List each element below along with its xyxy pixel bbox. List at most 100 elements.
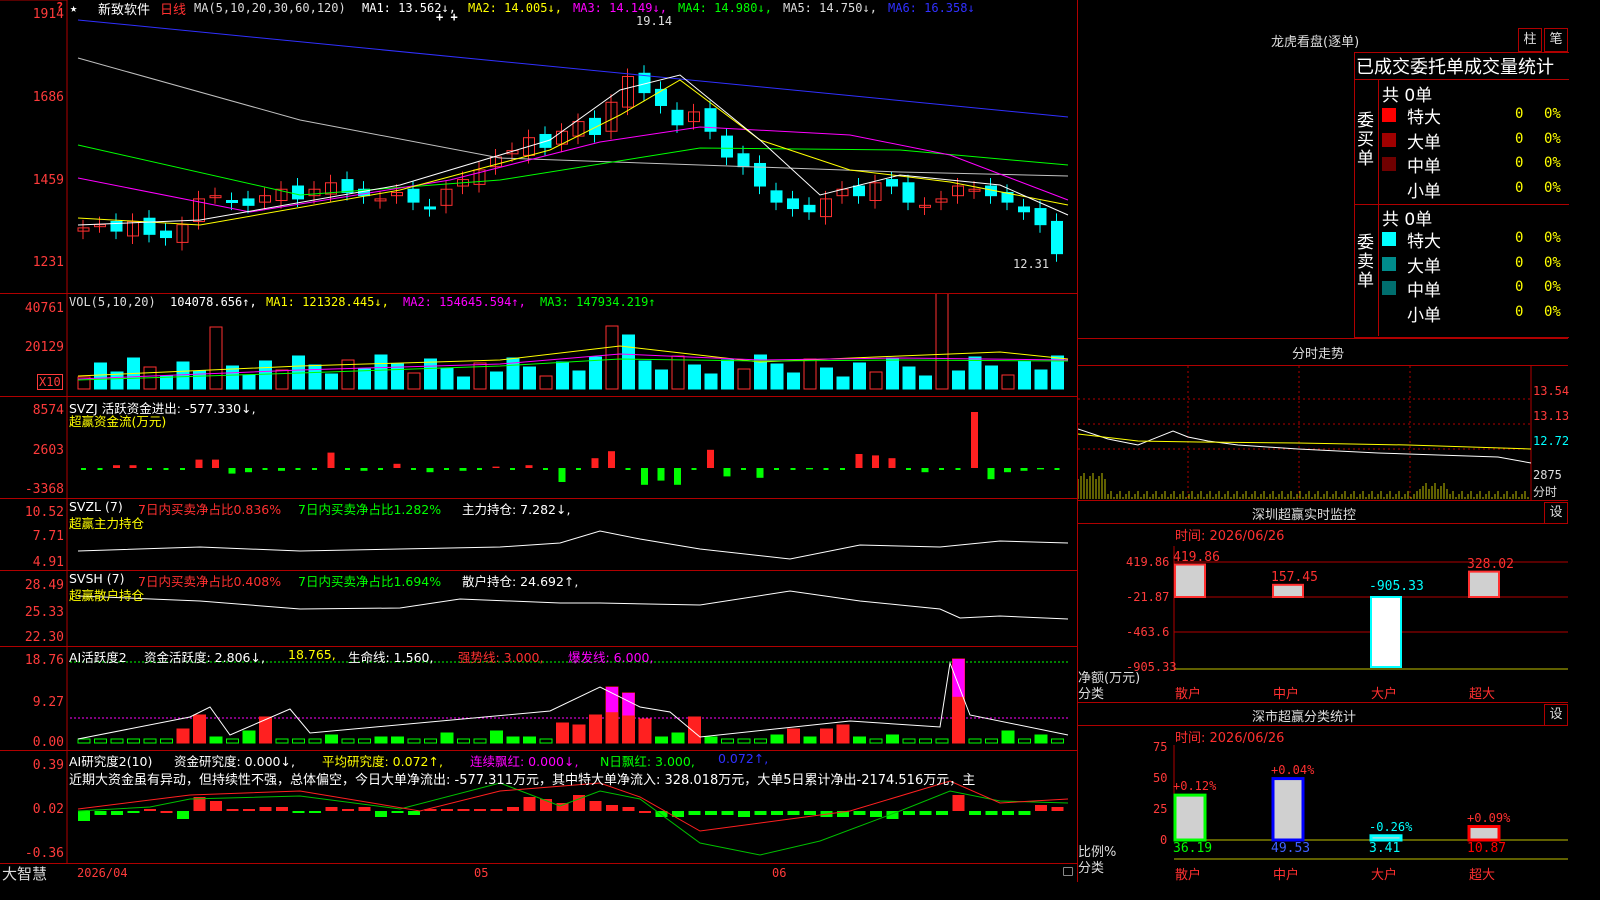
svzj-dot	[543, 468, 548, 470]
volume-bar	[803, 358, 817, 390]
intraday-price-line	[1078, 428, 1532, 464]
intraday-panel[interactable]: 分时走势 13.54 13.13 12.72 2875 分时	[1078, 338, 1569, 501]
activity-bar	[886, 734, 899, 744]
ai-act-lifeline: 生命线: 1.560,	[348, 650, 434, 665]
volume-bar	[985, 365, 998, 390]
row-name: 大单	[1407, 256, 1441, 277]
svzj-bar	[129, 465, 137, 468]
sz-monitor-panel[interactable]: 深圳超赢实时监控 设 时间: 2026/06/26 419.86 -21.87 …	[1078, 500, 1568, 703]
lhb-column-button[interactable]: 柱	[1518, 28, 1542, 52]
vol-unit: X10	[37, 374, 63, 390]
research-bar	[226, 809, 239, 811]
ai-act-title: AI活跃度2	[69, 650, 127, 665]
activity-bar	[539, 738, 553, 744]
volume-bar	[836, 376, 850, 390]
activity-bar	[902, 738, 916, 744]
svzj-dot	[163, 468, 169, 470]
volume-bar	[523, 366, 536, 390]
volume-bar	[275, 369, 289, 390]
row-name: 小单	[1407, 305, 1441, 326]
kline-chart	[0, 0, 1069, 293]
svzj-bar	[212, 459, 219, 468]
row-name: 特大	[1407, 232, 1441, 252]
activity-bar	[820, 728, 833, 744]
lhb-row: 中单 0 0%	[1382, 154, 1567, 177]
research-bar	[243, 809, 255, 811]
research-bar	[771, 811, 783, 815]
svzj-bar	[756, 468, 764, 478]
candle-body	[737, 153, 750, 168]
volume-bar	[605, 325, 619, 390]
star-icon[interactable]: ★	[70, 1, 77, 15]
activity-bar	[94, 738, 107, 744]
candle-body	[242, 198, 255, 206]
row-swatch	[1382, 157, 1396, 171]
volume-bar	[787, 372, 800, 390]
row-percent: 0%	[1544, 254, 1561, 271]
svzj-bar	[278, 468, 285, 471]
ma-line	[77, 19, 1069, 118]
research-bar	[622, 807, 635, 811]
lhb-row: 特大 0 0%	[1382, 105, 1567, 128]
ma-line	[77, 126, 1069, 213]
ma2-value: MA2: 14.005↓,	[468, 1, 562, 15]
volume-bar	[407, 372, 421, 390]
activity-bar	[143, 738, 157, 744]
activity-bar	[391, 736, 404, 744]
volume-bar	[853, 362, 866, 390]
volume-bar	[160, 375, 173, 390]
svzj-bar	[723, 468, 731, 477]
volume-bar	[589, 356, 602, 390]
row-count: 0	[1515, 279, 1524, 295]
activity-bar	[473, 738, 487, 744]
svzl-panel[interactable]: SVZL (7) 7日内买卖净占比0.836% 7日内买卖净占比1.282% 主…	[0, 499, 1077, 571]
lhb-tick-button[interactable]: 笔	[1544, 28, 1568, 52]
volume-bar	[704, 373, 718, 390]
lock-icon[interactable]	[1063, 867, 1073, 876]
activity-bar	[341, 738, 355, 744]
lhb-row: 大单 0 0%	[1382, 254, 1567, 277]
svzj-bar	[393, 463, 401, 468]
volume-bar	[886, 357, 899, 390]
kline-panel[interactable]: ? ★ 新致软件 日线 MA(5,10,20,30,60,120) MA1: 1…	[0, 0, 1077, 294]
activity-bar	[407, 738, 421, 744]
ai-res-nred: N日飘红: 3.000,	[600, 754, 695, 769]
research-bar	[78, 811, 90, 821]
svzj-bar	[525, 465, 533, 468]
research-bar	[358, 807, 371, 811]
svzj-bar	[195, 459, 203, 468]
candle-body	[589, 117, 601, 135]
svsh-panel[interactable]: SVSH (7) 7日内买卖净占比0.408% 7日内买卖净占比1.694% 散…	[0, 571, 1077, 647]
volume-panel[interactable]: VOL(5,10,20) 104078.656↑, MA1: 121328.44…	[0, 294, 1077, 397]
ai-research-panel[interactable]: AI研究度2(10) 资金研究度: 0.000↓, 平均研究度: 0.072↑,…	[0, 751, 1077, 863]
volume-bar	[94, 362, 107, 390]
sz-class-panel[interactable]: 深市超赢分类统计 设 时间: 2026/06/26 75 50 25 0 比例%…	[1078, 702, 1568, 883]
svsh-ratio-b: 7日内买卖净占比1.694%	[298, 574, 442, 589]
research-bar	[556, 803, 569, 811]
volume-bar	[358, 368, 371, 390]
lhb-panel: 龙虎看盘(逐单) 柱 笔 已成交委托单成交量统计 委买单 共 0单 特大 0 0% 大…	[1078, 0, 1569, 338]
svzj-bar	[327, 452, 335, 468]
candle-body	[424, 206, 436, 210]
class-category-label: 散户	[1175, 868, 1202, 883]
row-name: 中单	[1407, 281, 1441, 301]
volume-bar	[770, 363, 784, 390]
candle-body	[655, 88, 667, 106]
lhb-row: 小单 0 0%	[1382, 303, 1567, 326]
ai-act-axis-2: 9.27	[32, 695, 64, 710]
svsh-ratio-a: 7日内买卖净占比0.408%	[138, 574, 282, 589]
ma3-value: MA3: 14.149↓,	[573, 1, 667, 15]
svzj-panel[interactable]: SVZJ 活跃资金进出: -577.330↓, 超赢资金流(万元) 8574 2…	[0, 397, 1077, 499]
ai-activity-panel[interactable]: AI活跃度2 资金活跃度: 2.806↓, 18.765, 生命线: 1.560…	[0, 647, 1077, 751]
sz-class-axis-4: 0	[1160, 833, 1168, 847]
activity-bar	[935, 738, 949, 744]
research-bar	[870, 811, 882, 817]
activity-bar	[1034, 734, 1048, 744]
svzl-axis-2: 7.71	[32, 529, 64, 544]
svzj-dot	[97, 468, 103, 470]
period-label[interactable]: 日线	[160, 0, 186, 18]
svzj-dot	[411, 468, 416, 470]
vol-value: 104078.656↑,	[170, 295, 257, 309]
ma-line	[77, 144, 1069, 196]
svzj-bar	[641, 468, 648, 485]
